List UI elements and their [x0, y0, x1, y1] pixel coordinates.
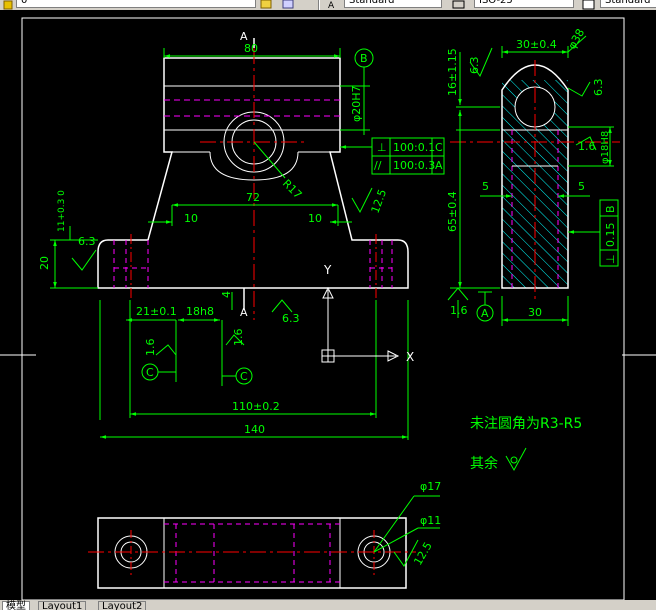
dim-110: 110±0.2	[232, 400, 280, 413]
dim-21: 21±0.1	[136, 305, 177, 318]
table-style-icon[interactable]	[582, 0, 596, 10]
dim-20: 20	[38, 256, 51, 270]
dim-style-icon[interactable]	[452, 0, 466, 9]
top-view	[88, 517, 416, 589]
dim-phi11: φ11	[420, 514, 441, 527]
dim-11-tol: 11+0.3 0	[57, 190, 67, 232]
datum-a-symbol: A	[481, 307, 489, 320]
table-style-dropdown[interactable]: Standard	[600, 0, 656, 8]
dim-30-tol: 30±0.4	[516, 38, 557, 51]
roughness-left-value: 6.3	[78, 235, 96, 248]
dim-top-width: 80	[244, 42, 258, 55]
dim-72: 72	[246, 191, 260, 204]
datum-b-symbol: B	[360, 52, 368, 65]
front-view-labels: A 80 B φ20H7 R17 ⊥ 100:0.1 C // 100:0.3 …	[38, 30, 443, 436]
layer-value: 0	[21, 0, 28, 6]
radius-label: R17	[280, 177, 304, 201]
text-style-icon[interactable]: A	[326, 0, 340, 10]
toolbar-separator	[318, 0, 320, 10]
dim-hole-fit: φ20H7	[350, 85, 363, 122]
tol-frame-1-value: 100:0.1	[393, 141, 435, 154]
drawing-canvas[interactable]: A 80 B φ20H7 R17 ⊥ 100:0.1 C // 100:0.3 …	[0, 10, 656, 601]
tab-layout1-label: Layout1	[42, 601, 83, 610]
roughness-right-value: 12.5	[369, 188, 390, 215]
dim-10-right: 10	[308, 212, 322, 225]
tol-frame-3-datum: B	[604, 205, 617, 213]
dim-16-tol: 16±1.15	[446, 48, 459, 96]
tol-frame-1-datum: C	[435, 141, 443, 154]
tab-model-label: 模型	[6, 601, 26, 610]
dim-140: 140	[244, 423, 265, 436]
section-marker-bottom: A	[240, 306, 248, 319]
layout-tabs: 模型 Layout1 Layout2	[0, 600, 656, 610]
layer-dropdown[interactable]: 0	[16, 0, 256, 8]
roughness-right-top: 6.3	[592, 79, 605, 97]
dim-phi38: φ38	[565, 27, 587, 52]
remaining-note: 其余	[470, 455, 498, 472]
dim-phi17: φ17	[420, 480, 441, 493]
dim-style-dropdown[interactable]: ISO-25	[474, 0, 574, 8]
table-style-value: Standard	[605, 0, 651, 6]
svg-text:A: A	[328, 1, 335, 10]
top-view-labels: φ17 φ11 12.5	[411, 480, 441, 568]
ucs-x-label: X	[406, 350, 414, 364]
tol-frame-3-value: 0.15	[604, 223, 617, 248]
dim-18h8: 18h8	[186, 305, 214, 318]
tol-frame-1-symbol: ⊥	[377, 141, 387, 154]
roughness-16-right: 1.6	[578, 140, 596, 153]
top-view-dimensions	[373, 495, 440, 567]
tab-layout2-label: Layout2	[102, 601, 143, 610]
tol-frame-3-symbol: ⊥	[604, 254, 617, 264]
tol-frame-2-value: 100:0.3	[393, 159, 435, 172]
dim-4: 4	[220, 291, 233, 298]
dim-5-left: 5	[482, 180, 489, 193]
text-style-dropdown[interactable]: Standard	[344, 0, 442, 8]
dim-style-value: ISO-25	[479, 0, 513, 6]
dim-30-bottom: 30	[528, 306, 542, 319]
dim-65-tol: 65±0.4	[446, 191, 459, 232]
tab-layout1[interactable]: Layout1	[38, 601, 87, 610]
dim-hole-18h8: φ18H8	[600, 131, 611, 164]
layer-manager-icon[interactable]	[260, 0, 274, 9]
tol-frame-2-datum: A	[435, 159, 443, 172]
top-view-outline	[97, 517, 407, 589]
roughness-16b: 1.6	[232, 329, 245, 347]
datum-c-right: C	[240, 370, 248, 383]
roughness-top: 6.3	[468, 57, 481, 75]
front-view	[97, 38, 409, 320]
dim-5-right: 5	[578, 180, 585, 193]
technical-notes: 未注圆角为R3-R5 其余	[470, 416, 582, 472]
layer-previous-icon[interactable]	[282, 0, 296, 9]
roughness-bottom-value: 6.3	[282, 312, 300, 325]
ucs-y-label: Y	[323, 263, 332, 277]
roughness-bottom-side: 1.6	[450, 304, 468, 317]
top-roughness: 12.5	[411, 540, 435, 568]
ucs-icon	[321, 286, 400, 363]
tab-model[interactable]: 模型	[2, 601, 30, 610]
toolbar: 0 A Standard ISO-25 Standard	[0, 0, 656, 10]
layer-state-icon[interactable]	[2, 0, 16, 10]
datum-c-left: C	[146, 366, 154, 379]
tol-frame-2-symbol: //	[374, 159, 382, 172]
text-style-value: Standard	[349, 0, 395, 6]
dim-10-left: 10	[184, 212, 198, 225]
tab-layout2[interactable]: Layout2	[98, 601, 147, 610]
roughness-16a: 1.6	[144, 339, 157, 357]
fillet-note: 未注圆角为R3-R5	[470, 416, 582, 432]
